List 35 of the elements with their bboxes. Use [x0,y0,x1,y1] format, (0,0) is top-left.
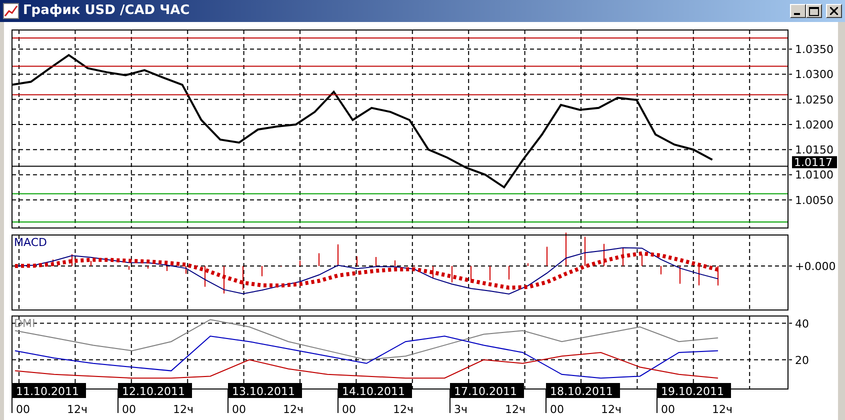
hour-label: 12ч [173,403,194,416]
axis-label: 1.0150 [795,144,834,157]
axis-label: +0.000 [795,260,836,273]
indicator-label: MACD [14,236,47,249]
date-label: 11.10.2011 [12,383,86,398]
axis-label: 1.0250 [795,93,834,106]
hour-label: 00 [342,403,356,416]
date-label: 14.10.2011 [338,383,412,398]
hour-label: 00 [232,403,246,416]
hour-label: 3ч [454,403,468,416]
indicator-label: DMI [14,317,36,330]
hour-label: 12ч [601,403,622,416]
hour-label: 00 [16,403,30,416]
hour-label: 12ч [283,403,304,416]
hour-label: 12ч [67,403,88,416]
axis-label: 1.0300 [795,68,834,82]
hour-label: 00 [122,403,136,416]
date-label: 13.10.2011 [228,383,302,398]
hour-label: 12ч [712,403,732,416]
hour-label: 00 [550,403,564,416]
current-price-label: 1.0117 [792,156,837,170]
hour-label: 00 [661,403,675,416]
axis-label: 1.0350 [795,43,834,56]
date-label: 19.10.2011 [657,383,731,398]
axis-label: 40 [795,317,809,330]
date-label: 12.10.2011 [118,383,192,398]
hour-label: 12ч [393,403,414,416]
axis-label: 20 [795,354,809,367]
window-title: График USD /CAD ЧАС [23,2,190,20]
date-label: 18.10.2011 [546,383,620,398]
axis-label: 1.0200 [795,118,834,132]
hour-label: 12ч [505,403,526,416]
date-label: 17.10.2011 [450,383,524,398]
axis-label: 1.0100 [795,168,834,182]
axis-label: 1.0050 [795,194,834,207]
